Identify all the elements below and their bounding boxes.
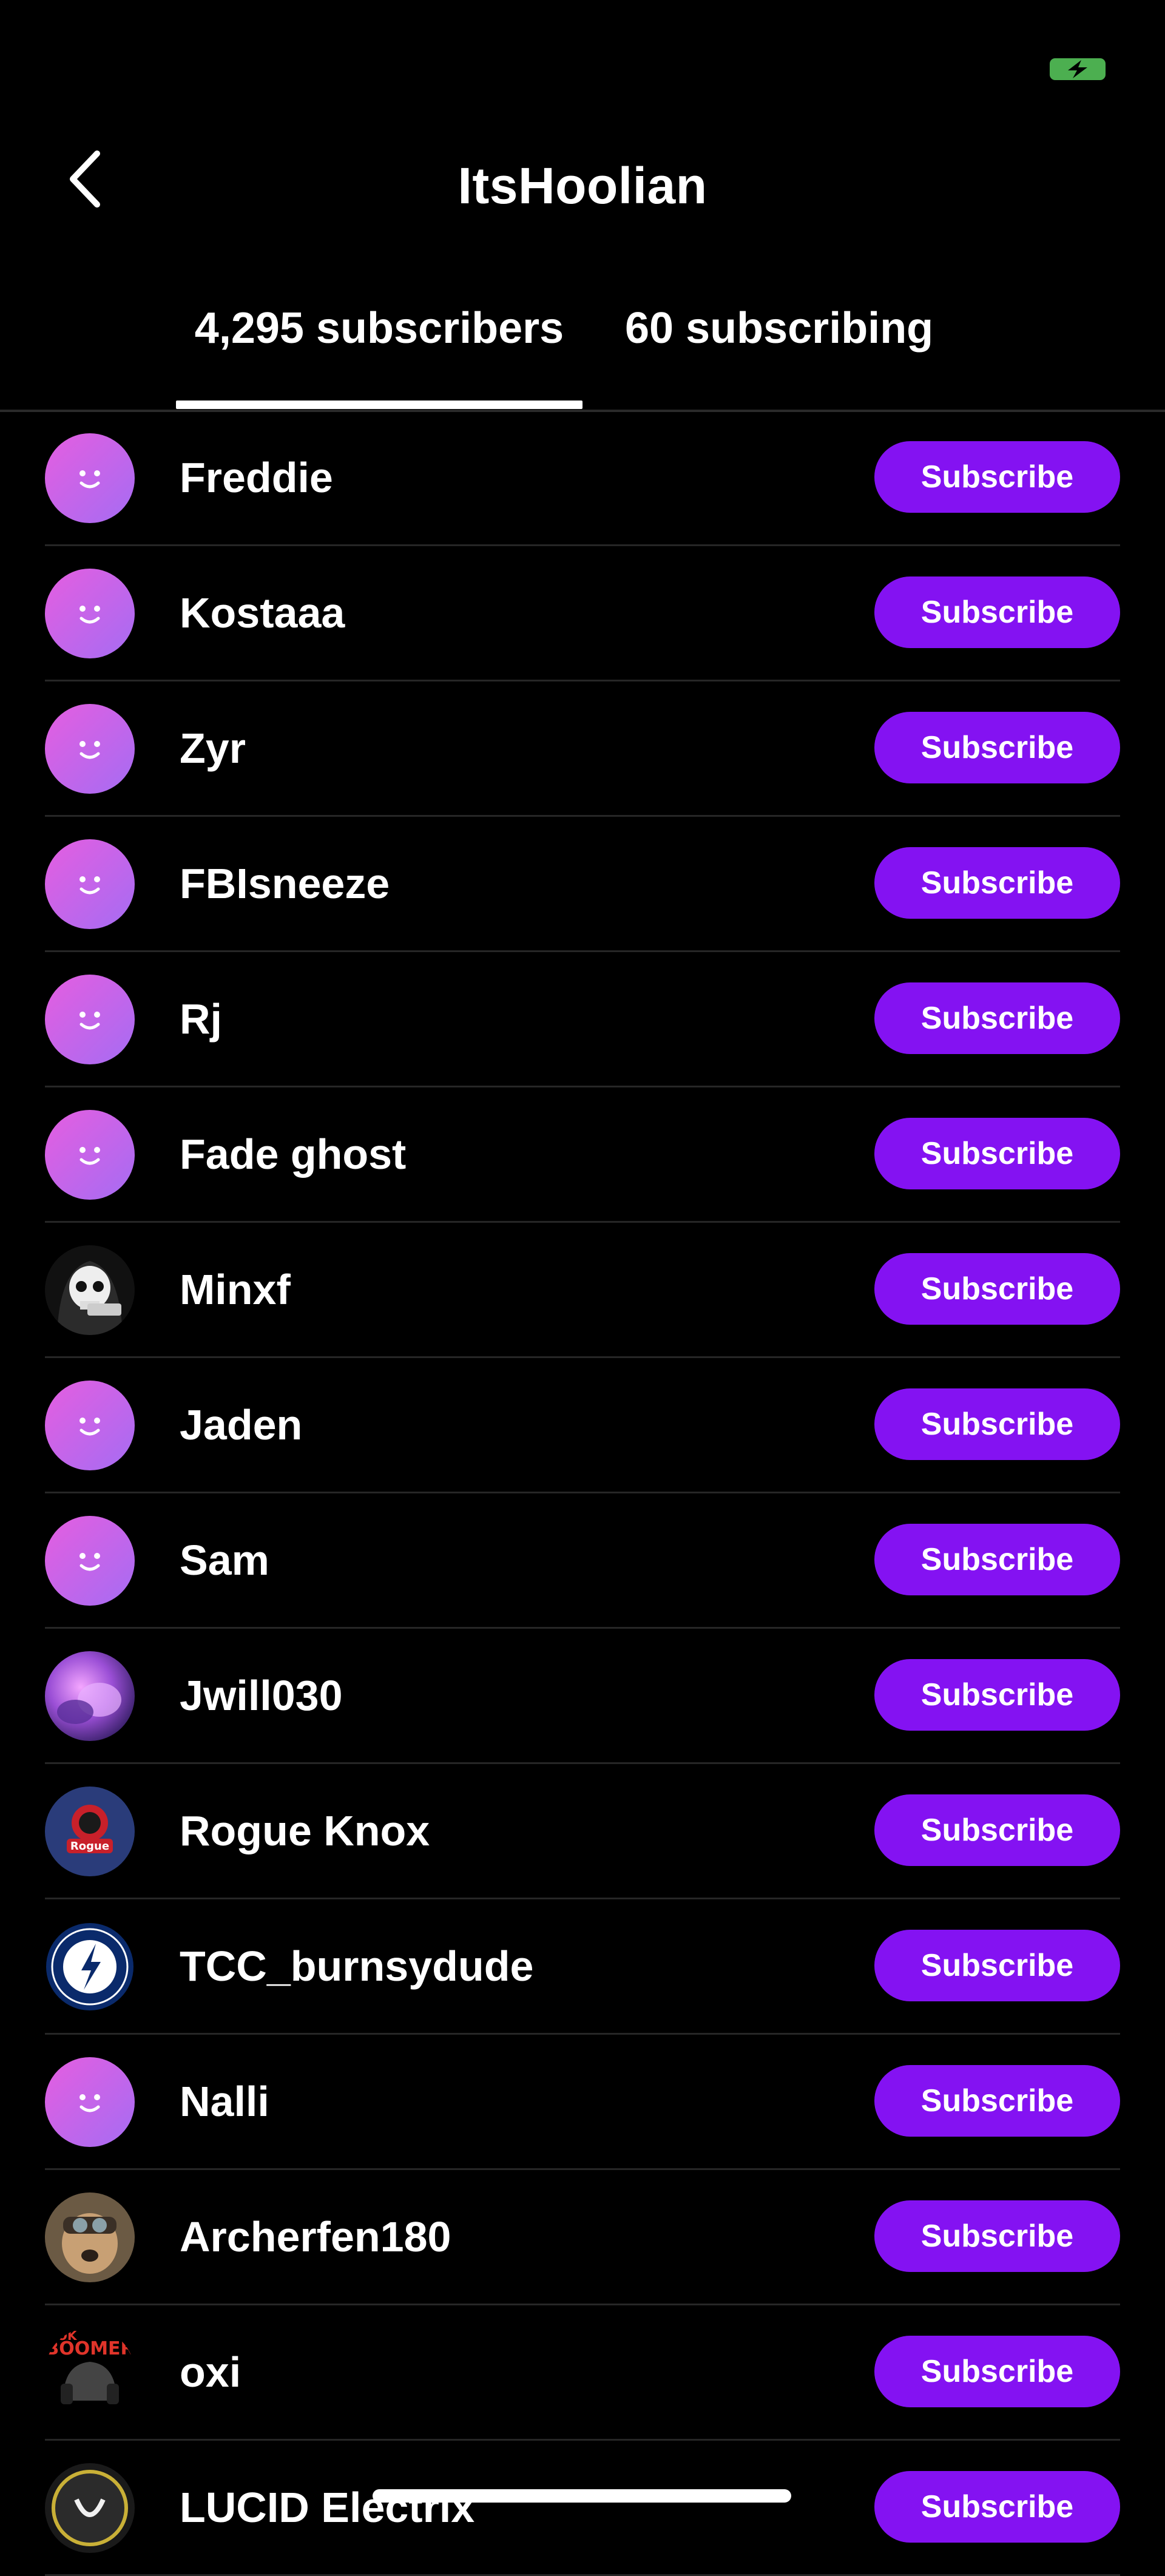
list-item[interactable]: BOOMER OK oxi Subscribe bbox=[45, 2305, 1120, 2441]
default-avatar-icon[interactable] bbox=[45, 2057, 135, 2147]
list-item[interactable]: Jwill030 Subscribe bbox=[45, 1629, 1120, 1764]
subscribe-button[interactable]: Subscribe bbox=[874, 1659, 1120, 1731]
svg-text:OK: OK bbox=[57, 2328, 78, 2343]
default-avatar-icon[interactable] bbox=[45, 1110, 135, 1200]
tab-subscribers[interactable]: 4,295 subscribers bbox=[176, 303, 582, 410]
subscribe-button[interactable]: Subscribe bbox=[874, 2471, 1120, 2543]
subscribe-button[interactable]: Subscribe bbox=[874, 441, 1120, 513]
subscribe-button[interactable]: Subscribe bbox=[874, 576, 1120, 648]
status-bar bbox=[0, 0, 1165, 121]
list-item[interactable]: LUCID Electrix Subscribe bbox=[45, 2441, 1120, 2576]
list-item[interactable]: Minxf Subscribe bbox=[45, 1223, 1120, 1358]
subscribe-button[interactable]: Subscribe bbox=[874, 2200, 1120, 2272]
username[interactable]: Zyr bbox=[180, 724, 246, 772]
default-avatar-icon[interactable] bbox=[45, 433, 135, 523]
list-item[interactable]: Fade ghost Subscribe bbox=[45, 1087, 1120, 1223]
subscribe-button[interactable]: Subscribe bbox=[874, 1118, 1120, 1189]
subscribe-button[interactable]: Subscribe bbox=[874, 1253, 1120, 1325]
default-avatar-icon[interactable] bbox=[45, 1381, 135, 1470]
username[interactable]: Rj bbox=[180, 995, 222, 1043]
subscriber-list: Freddie Subscribe Kostaaa Subscribe Zyr Subsc… bbox=[0, 411, 1165, 2576]
username[interactable]: Freddie bbox=[180, 453, 333, 502]
subscribe-button[interactable]: Subscribe bbox=[874, 712, 1120, 783]
list-item[interactable]: Freddie Subscribe bbox=[45, 411, 1120, 546]
avatar[interactable] bbox=[45, 2463, 135, 2553]
username[interactable]: oxi bbox=[180, 2348, 241, 2396]
subscribe-button[interactable]: Subscribe bbox=[874, 2065, 1120, 2137]
list-item[interactable]: Jaden Subscribe bbox=[45, 1358, 1120, 1493]
tab-bar: 4,295 subscribers 60 subscribing bbox=[0, 291, 1165, 412]
home-indicator[interactable] bbox=[373, 2489, 791, 2503]
list-item[interactable]: Nalli Subscribe bbox=[45, 2035, 1120, 2170]
username[interactable]: Jaden bbox=[180, 1401, 302, 1449]
username[interactable]: Fade ghost bbox=[180, 1130, 406, 1178]
subscribe-button[interactable]: Subscribe bbox=[874, 1524, 1120, 1595]
default-avatar-icon[interactable] bbox=[45, 1516, 135, 1606]
list-item[interactable]: Zyr Subscribe bbox=[45, 681, 1120, 817]
username[interactable]: Minxf bbox=[180, 1265, 291, 1314]
active-tab-indicator bbox=[176, 401, 582, 409]
default-avatar-icon[interactable] bbox=[45, 839, 135, 929]
subscribe-button[interactable]: Subscribe bbox=[874, 982, 1120, 1054]
avatar[interactable]: Rogue bbox=[45, 1787, 135, 1876]
list-item[interactable]: Archerfen180 Subscribe bbox=[45, 2170, 1120, 2305]
list-item[interactable]: FBIsneeze Subscribe bbox=[45, 817, 1120, 952]
username[interactable]: Sam bbox=[180, 1536, 269, 1584]
subscribe-button[interactable]: Subscribe bbox=[874, 2336, 1120, 2407]
header: ItsHoolian bbox=[0, 121, 1165, 255]
username[interactable]: Archerfen180 bbox=[180, 2213, 451, 2261]
list-item[interactable]: Rj Subscribe bbox=[45, 952, 1120, 1087]
list-item[interactable]: Kostaaa Subscribe bbox=[45, 546, 1120, 681]
default-avatar-icon[interactable] bbox=[45, 569, 135, 658]
username[interactable]: Nalli bbox=[180, 2077, 269, 2126]
username[interactable]: Rogue Knox bbox=[180, 1807, 430, 1855]
default-avatar-icon[interactable] bbox=[45, 975, 135, 1064]
tab-subscribing[interactable]: 60 subscribing bbox=[625, 303, 965, 410]
list-item[interactable]: Rogue Rogue Knox Subscribe bbox=[45, 1764, 1120, 1899]
default-avatar-icon[interactable] bbox=[45, 704, 135, 794]
page-title: ItsHoolian bbox=[458, 157, 707, 214]
avatar[interactable] bbox=[45, 1922, 135, 2012]
username[interactable]: FBIsneeze bbox=[180, 859, 390, 908]
username[interactable]: TCC_burnsydude bbox=[180, 1942, 533, 1990]
battery-charging-icon bbox=[1050, 58, 1106, 80]
username[interactable]: Jwill030 bbox=[180, 1671, 343, 1720]
avatar[interactable] bbox=[45, 2192, 135, 2282]
avatar[interactable] bbox=[45, 1245, 135, 1335]
subscribe-button[interactable]: Subscribe bbox=[874, 1794, 1120, 1866]
username[interactable]: Kostaaa bbox=[180, 589, 345, 637]
avatar[interactable] bbox=[45, 1651, 135, 1741]
list-item[interactable]: Sam Subscribe bbox=[45, 1493, 1120, 1629]
subscribe-button[interactable]: Subscribe bbox=[874, 1930, 1120, 2001]
svg-text:Rogue: Rogue bbox=[70, 1840, 109, 1853]
subscribe-button[interactable]: Subscribe bbox=[874, 1388, 1120, 1460]
subscribe-button[interactable]: Subscribe bbox=[874, 847, 1120, 919]
avatar[interactable]: BOOMER OK bbox=[45, 2328, 135, 2418]
list-item[interactable]: TCC_burnsydude Subscribe bbox=[45, 1899, 1120, 2035]
